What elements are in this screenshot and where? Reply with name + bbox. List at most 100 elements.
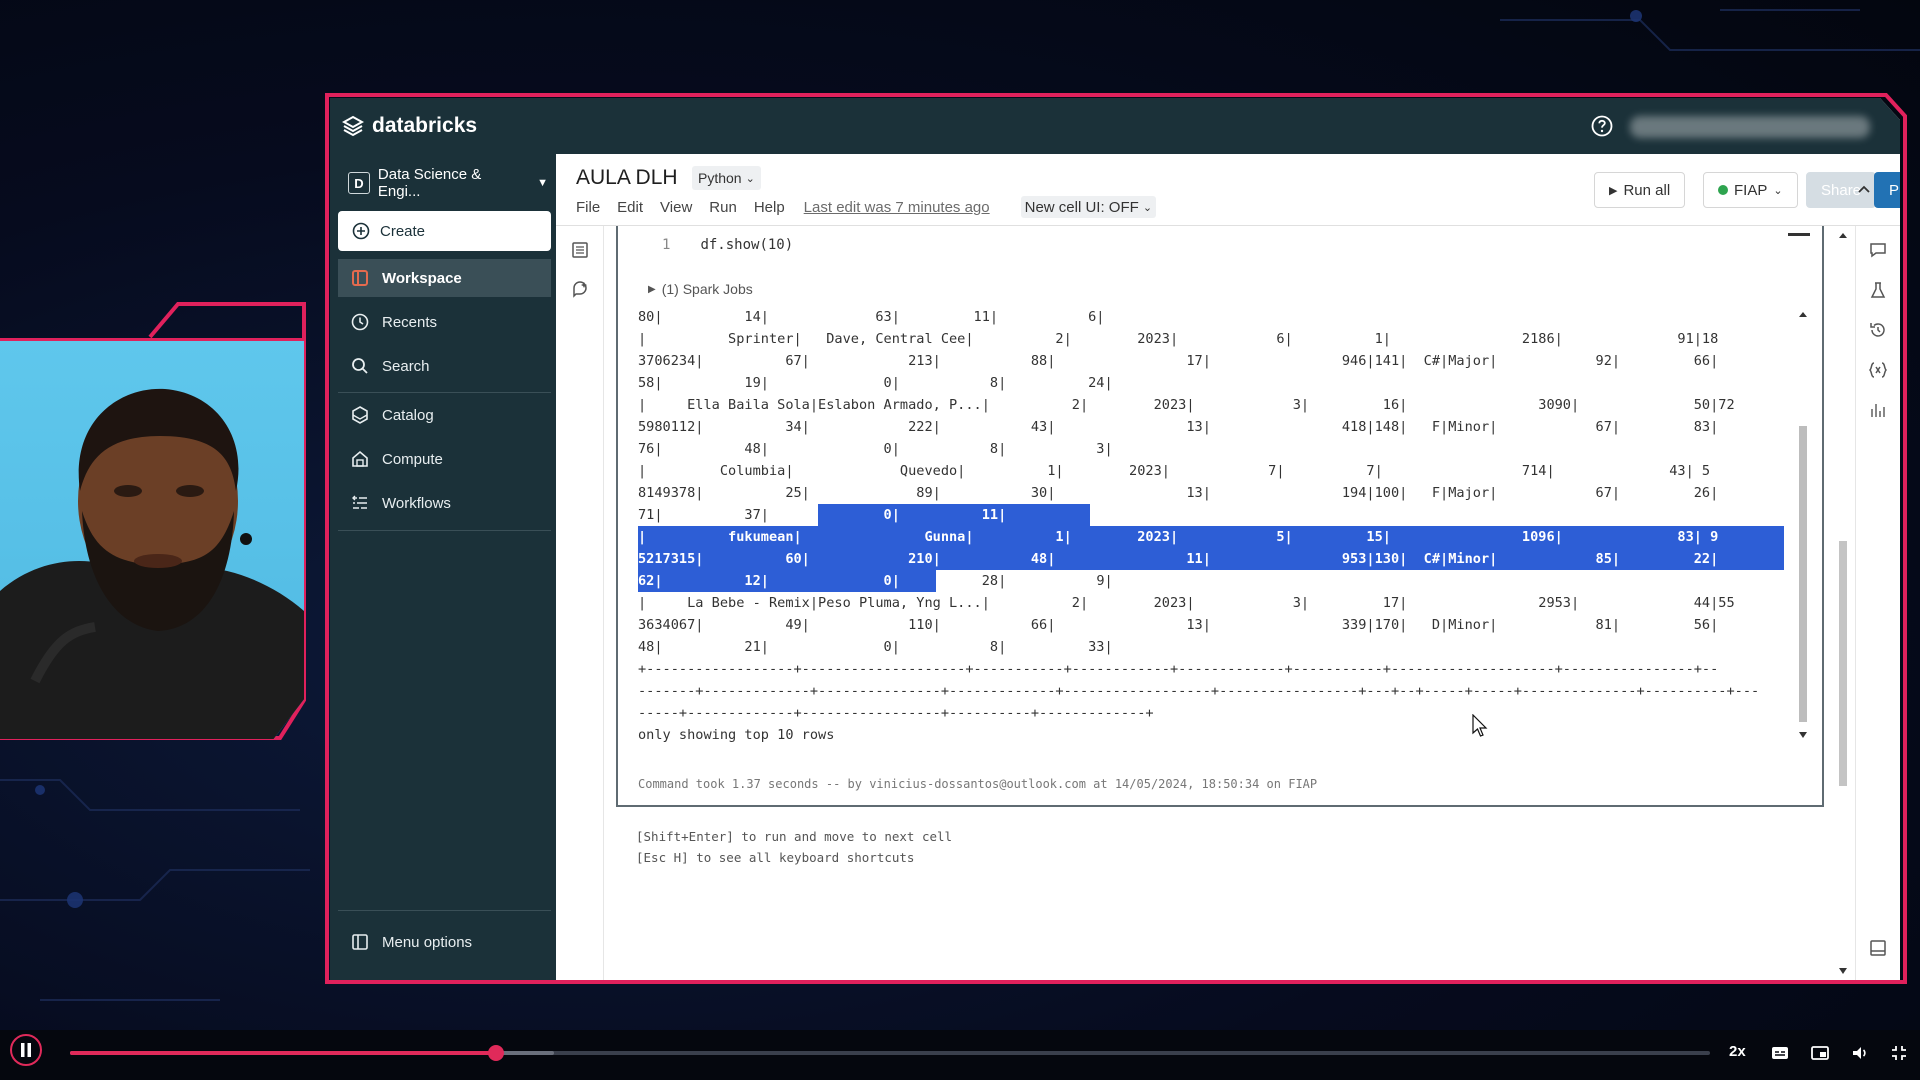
output-line-text: | Columbia| Quevedo| 1| 2023| 7| 7| 714|… <box>638 463 1711 479</box>
cluster-selector[interactable]: FIAP ⌄ <box>1703 172 1798 208</box>
bar-chart-icon[interactable] <box>1868 400 1888 420</box>
output-line-text: 5217315| 60| 210| 48| 11| 953|130| C#|Mi… <box>638 551 1719 567</box>
output-line-text: -----+-------------+-----------------+--… <box>638 705 1154 721</box>
output-line-text: only showing top 10 rows <box>638 727 835 743</box>
output-line-text: | La Bebe - Remix|Peso Pluma, Yng L...| … <box>638 595 1735 611</box>
notebook-menu-bar: File Edit View Run Help Last edit was 7 … <box>576 196 1157 218</box>
output-line: 76| 48| 0| 8| 3| <box>638 438 1790 460</box>
workspace-switcher[interactable]: D Data Science & Engi... ▼ <box>348 166 548 200</box>
menu-run[interactable]: Run <box>709 199 737 216</box>
run-all-label: Run all <box>1623 181 1671 199</box>
playback-speed-button[interactable]: 2x <box>1729 1043 1746 1060</box>
new-cell-ui-toggle[interactable]: New cell UI: OFF ⌄ <box>1020 196 1157 218</box>
publish-button[interactable]: Publish <box>1874 172 1900 208</box>
notebook-header: AULA DLH Python ⌄ File Edit View Run Hel… <box>556 154 1900 226</box>
menu-file[interactable]: File <box>576 199 600 216</box>
run-all-button[interactable]: ▶ Run all <box>1594 172 1686 208</box>
subtitles-icon[interactable] <box>1770 1044 1790 1062</box>
publish-label: Publish <box>1889 181 1900 199</box>
language-selector[interactable]: Python ⌄ <box>692 166 761 190</box>
menu-view[interactable]: View <box>660 199 692 216</box>
picture-in-picture-icon[interactable] <box>1810 1044 1830 1062</box>
create-button[interactable]: Create <box>338 211 551 251</box>
webcam-feed <box>0 341 304 739</box>
cell-menu-handle[interactable] <box>1788 233 1810 236</box>
notebook-scrollbar[interactable] <box>1836 226 1850 980</box>
sidebar-item-compute[interactable]: Compute <box>338 440 551 478</box>
chevron-down-icon: ⌄ <box>1142 201 1153 214</box>
line-number: 1 <box>662 237 671 253</box>
sidebar-item-catalog[interactable]: Catalog <box>338 396 551 434</box>
output-line: 80| 14| 63| 11| 6| <box>638 306 1790 328</box>
sidebar-item-label: Catalog <box>382 406 434 424</box>
variables-icon[interactable] <box>1868 360 1888 380</box>
new-cell-ui-label: New cell UI: OFF <box>1024 198 1139 216</box>
output-text: 80| 14| 63| 11| 6| | Sprinter| Dave, Cent… <box>638 306 1790 746</box>
fullscreen-icon[interactable] <box>1889 1044 1909 1062</box>
chevron-up-icon[interactable] <box>1856 182 1872 198</box>
menu-options-button[interactable]: Menu options <box>338 922 551 962</box>
last-edit-link[interactable]: Last edit was 7 minutes ago <box>804 199 990 216</box>
sidebar-item-label: Recents <box>382 313 438 331</box>
cluster-status-dot <box>1718 185 1728 195</box>
comments-icon[interactable] <box>1868 240 1888 260</box>
output-line-text: 8149378| 25| 89| 30| 13| 194|100| F|Majo… <box>638 485 1719 501</box>
output-line-text: | Ella Baila Sola|Eslabon Armado, P...| … <box>638 397 1735 413</box>
play-icon: ▶ <box>1609 184 1618 197</box>
sidebar-divider <box>338 910 551 911</box>
databricks-logo[interactable]: databricks <box>342 114 477 138</box>
notebook-title[interactable]: AULA DLH <box>576 166 678 190</box>
sidebar-item-label: Compute <box>382 450 443 468</box>
databricks-window: databricks D Data Science & Engi... ▼ Cr… <box>330 98 1900 980</box>
help-icon[interactable] <box>1590 114 1614 138</box>
output-line: 3634067| 49| 110| 66| 13| 339|170| D|Min… <box>638 614 1790 636</box>
spark-jobs-toggle[interactable]: ▶ (1) Spark Jobs <box>648 281 753 297</box>
notebook-cell[interactable]: 1 df.show(10) ▶ (1) Spark Jobs 80| 14| 63… <box>616 226 1824 807</box>
output-line-text: 71| 37| 0| 11| 4| <box>638 507 1113 523</box>
volume-icon[interactable] <box>1850 1044 1870 1062</box>
code-editor[interactable]: 1 df.show(10) <box>662 237 793 253</box>
shortcut-hint: [Shift+Enter] to run and move to next ce… <box>636 829 953 844</box>
sidebar-divider <box>338 392 551 393</box>
sidebar-item-search[interactable]: Search <box>338 347 551 385</box>
keyboard-shortcuts-hint: [Shift+Enter] to run and move to next ce… <box>636 826 952 868</box>
history-icon[interactable] <box>1868 320 1888 340</box>
experiment-icon[interactable] <box>1868 280 1888 300</box>
table-of-contents-icon[interactable] <box>570 240 590 260</box>
output-line: +------------------+--------------------… <box>638 658 1790 680</box>
pause-button[interactable] <box>10 1034 42 1066</box>
output-line: 5980112| 34| 222| 43| 13| 418|148| F|Min… <box>638 416 1790 438</box>
output-line-text: 48| 21| 0| 8| 33| <box>638 639 1113 655</box>
workspace-badge: D <box>348 172 370 194</box>
app-name: databricks <box>372 114 478 137</box>
databricks-logo-icon <box>342 115 364 137</box>
output-line-text: | Sprinter| Dave, Central Cee| 2| 2023| … <box>638 331 1719 347</box>
sidebar: D Data Science & Engi... ▼ Create Worksp… <box>330 154 556 980</box>
chevron-right-icon: ▶ <box>648 283 656 295</box>
sidebar-item-workspace[interactable]: Workspace <box>338 259 551 297</box>
top-bar: databricks <box>330 98 1900 154</box>
cluster-label: FIAP <box>1734 181 1768 199</box>
chevron-down-icon: ⌄ <box>745 172 755 185</box>
panel-bottom-icon[interactable] <box>1868 938 1888 958</box>
output-line-text: 58| 19| 0| 8| 24| <box>638 375 1113 391</box>
output-line: | Columbia| Quevedo| 1| 2023| 7| 7| 714|… <box>638 460 1790 482</box>
panel-toggle-icon <box>352 934 368 950</box>
pause-icon <box>21 1043 31 1057</box>
menu-help[interactable]: Help <box>754 199 785 216</box>
output-line-text: 3634067| 49| 110| 66| 13| 339|170| D|Min… <box>638 617 1719 633</box>
output-scrollbar[interactable] <box>1796 306 1810 746</box>
output-line: 3706234| 67| 213| 88| 17| 946|141| C#|Ma… <box>638 350 1790 372</box>
sidebar-item-workflows[interactable]: Workflows <box>338 484 551 522</box>
plus-circle-icon <box>352 222 370 240</box>
catalog-icon <box>352 406 368 424</box>
menu-edit[interactable]: Edit <box>617 199 643 216</box>
assistant-icon[interactable] <box>570 280 590 300</box>
output-line-text: 80| 14| 63| 11| 6| <box>638 309 1105 325</box>
notebook-left-rail <box>556 226 604 980</box>
shortcut-hint: [Esc H] to see all keyboard shortcuts <box>636 850 915 865</box>
output-line: 8149378| 25| 89| 30| 13| 194|100| F|Majo… <box>638 482 1790 504</box>
sidebar-item-recents[interactable]: Recents <box>338 303 551 341</box>
user-account-blurred[interactable] <box>1630 116 1870 138</box>
output-line-text: | fukumean| Gunna| 1| 2023| 5| 15| 1096|… <box>638 529 1719 545</box>
